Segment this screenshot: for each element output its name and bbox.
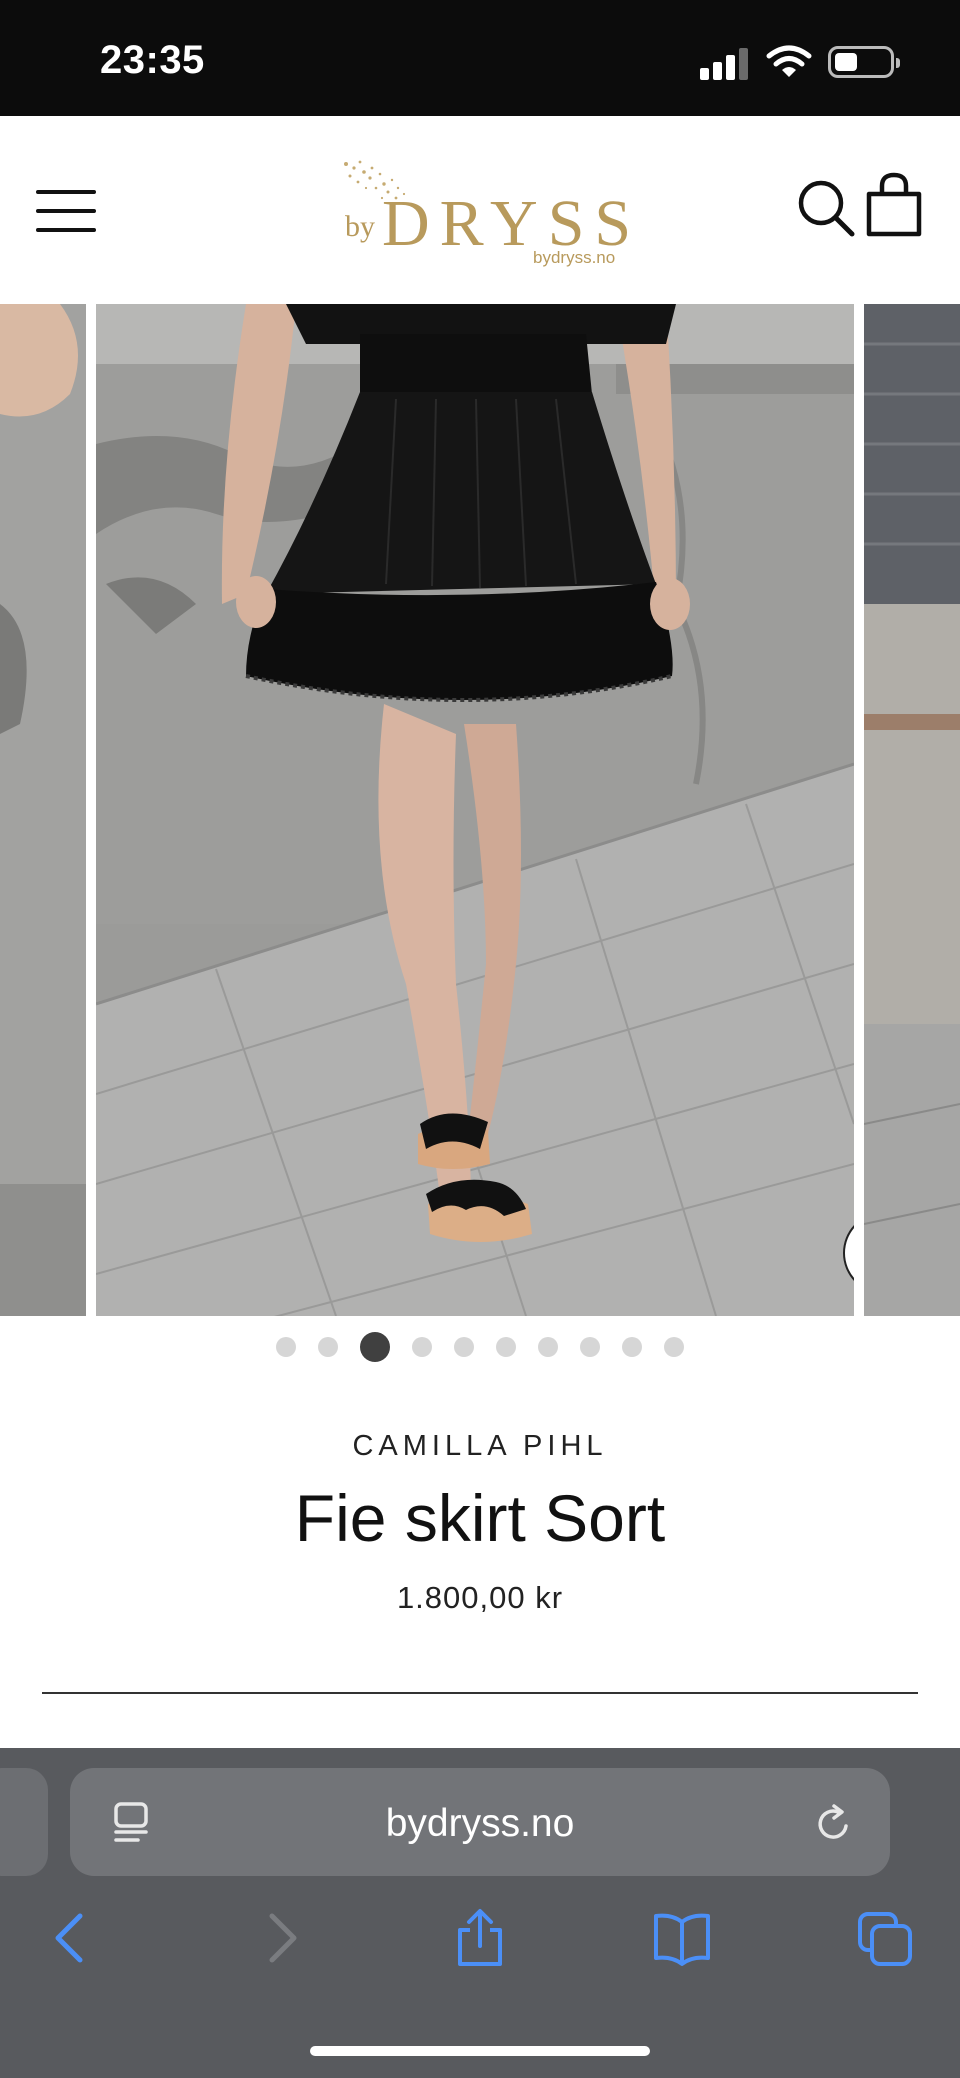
product-title: Fie skirt Sort <box>294 1481 666 1555</box>
gallery-dot[interactable] <box>622 1337 642 1357</box>
cellular-signal-icon <box>700 44 750 80</box>
chevron-left-icon[interactable] <box>42 1908 102 1968</box>
logo-subtitle: bydryss.no <box>533 248 616 267</box>
gallery-dot[interactable] <box>276 1337 296 1357</box>
gallery-dot[interactable] <box>580 1337 600 1357</box>
gallery-dot[interactable] <box>412 1337 432 1357</box>
menu-button[interactable] <box>36 186 96 236</box>
url-text: bydryss.no <box>385 1802 575 1845</box>
search-icon[interactable] <box>796 178 856 238</box>
gallery-dot[interactable] <box>360 1332 390 1362</box>
browser-toolbar: bydryss.no <box>0 1748 960 2078</box>
gallery-dot[interactable] <box>538 1337 558 1357</box>
product-price: 1.800,00 kr <box>396 1580 564 1615</box>
logo-prefix: by <box>345 210 375 243</box>
chevron-right-icon[interactable] <box>250 1908 310 1968</box>
product-photo-next <box>864 304 960 1316</box>
status-time: 23:35 <box>100 38 205 82</box>
gallery-dot[interactable] <box>318 1337 338 1357</box>
product-brand[interactable]: CAMILLA PIHL <box>0 1430 960 1463</box>
previous-tab-pill[interactable] <box>0 1768 48 1876</box>
gallery-dot[interactable] <box>454 1337 474 1357</box>
gallery-slide-previous[interactable] <box>0 304 86 1316</box>
home-indicator <box>310 2046 650 2056</box>
site-header: by DRYSS bydryss.no <box>0 116 960 304</box>
reload-icon[interactable] <box>814 1802 854 1846</box>
address-bar[interactable]: bydryss.no <box>70 1768 890 1876</box>
zoom-button[interactable] <box>843 1212 854 1294</box>
tabs-icon[interactable] <box>856 1908 916 1968</box>
book-icon[interactable] <box>652 1908 712 1968</box>
product-photo <box>96 304 854 1316</box>
share-icon[interactable] <box>450 1908 510 1968</box>
gallery-slide-main[interactable] <box>96 304 854 1316</box>
gallery-dot[interactable] <box>496 1337 516 1357</box>
product-gallery[interactable] <box>0 304 960 1316</box>
site-logo[interactable]: by DRYSS bydryss.no <box>340 158 631 268</box>
zoom-icon <box>845 1214 854 1296</box>
section-divider <box>42 1692 918 1694</box>
gallery-dot[interactable] <box>664 1337 684 1357</box>
wifi-icon <box>766 45 812 77</box>
product-photo-previous <box>0 304 86 1316</box>
status-bar: 23:35 <box>0 0 960 116</box>
gallery-slide-next[interactable] <box>864 304 960 1316</box>
gallery-pagination <box>0 1332 960 1362</box>
shopping-bag-icon[interactable] <box>864 172 924 238</box>
battery-icon <box>828 46 900 78</box>
